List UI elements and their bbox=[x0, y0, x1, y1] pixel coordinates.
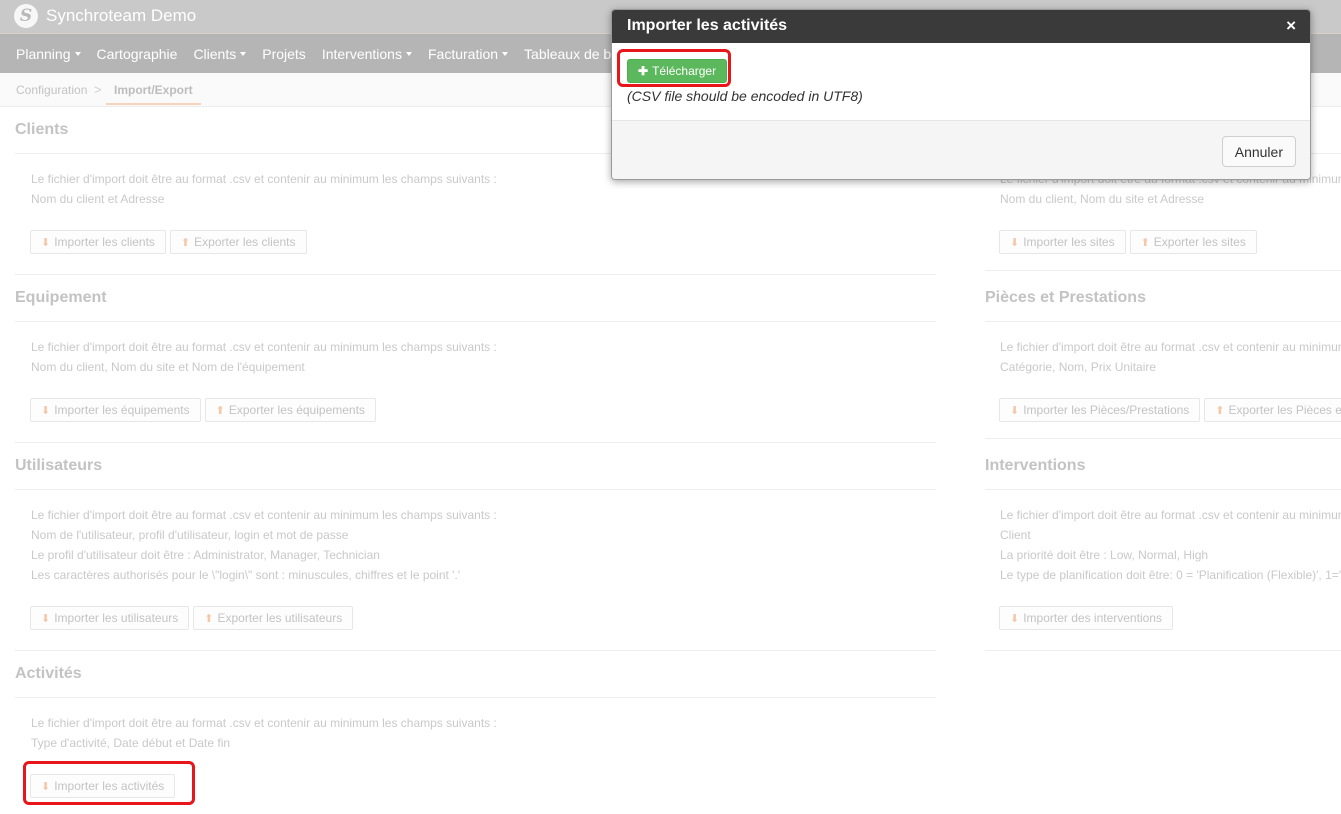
cancel-button[interactable]: Annuler bbox=[1221, 136, 1296, 167]
export-pieces-button[interactable]: ⬆Exporter les Pièces et Prestations bbox=[1204, 398, 1341, 422]
import-sites-button[interactable]: ⬇ Importer les sites bbox=[999, 230, 1126, 254]
divider bbox=[985, 489, 1341, 490]
modal-header: Importer les activités × bbox=[612, 10, 1310, 43]
nav-planning[interactable]: Planning bbox=[8, 46, 89, 62]
app-name: Synchroteam Demo bbox=[46, 6, 197, 25]
divider bbox=[15, 697, 936, 698]
download-icon: ⬇ bbox=[41, 404, 51, 417]
divider bbox=[985, 650, 1341, 651]
caret-down-icon bbox=[405, 52, 412, 56]
breadcrumb-separator-icon: > bbox=[94, 82, 102, 97]
divider bbox=[15, 489, 936, 490]
breadcrumb-import-export[interactable]: Import/Export bbox=[106, 73, 201, 105]
equipement-description: Le fichier d'import doit être au format … bbox=[31, 340, 497, 374]
download-icon: ⬇ bbox=[1010, 236, 1020, 249]
divider bbox=[15, 442, 936, 443]
section-title-interventions: Interventions bbox=[985, 457, 1086, 474]
divider bbox=[15, 650, 936, 651]
upload-icon: ⬆ bbox=[215, 404, 225, 417]
section-title-pieces: Pièces et Prestations bbox=[985, 289, 1146, 306]
upload-icon: ⬆ bbox=[180, 236, 191, 249]
section-title-clients: Clients bbox=[15, 121, 69, 138]
divider bbox=[985, 321, 1341, 322]
export-clients-button[interactable]: ⬆ Exporter les clients bbox=[169, 230, 307, 254]
export-equipements-button[interactable]: ⬆ Exporter les équipements bbox=[204, 398, 376, 422]
export-sites-button[interactable]: ⬆ Exporter les sites bbox=[1129, 230, 1257, 254]
download-icon: ⬇ bbox=[41, 612, 51, 625]
nav-cartographie[interactable]: Cartographie bbox=[89, 46, 186, 62]
synchroteam-logo-icon: S bbox=[14, 4, 38, 28]
modal-footer: Annuler bbox=[612, 121, 1310, 179]
download-icon: ⬇ bbox=[1010, 612, 1020, 625]
import-equipements-button[interactable]: ⬇ Importer les équipements bbox=[30, 398, 201, 422]
encoding-note: (CSV file should be encoded in UTF8) bbox=[627, 88, 863, 104]
import-pieces-button[interactable]: ⬇ Importer les Pièces/Prestations bbox=[999, 398, 1201, 422]
import-activites-modal: Importer les activités × ✚ Télécharger (… bbox=[611, 9, 1311, 180]
pieces-description: Le fichier d'import doit être au format … bbox=[1000, 340, 1341, 374]
modal-title: Importer les activités bbox=[627, 17, 788, 34]
nav-facturation[interactable]: Facturation bbox=[420, 46, 516, 62]
caret-down-icon bbox=[74, 52, 81, 56]
nav-clients[interactable]: Clients bbox=[185, 46, 254, 62]
export-utilisateurs-button[interactable]: ⬆ Exporter les utilisateurs bbox=[193, 606, 354, 630]
utilisateurs-description: Le fichier d'import doit être au format … bbox=[31, 508, 497, 582]
import-interventions-button[interactable]: ⬇ Importer des interventions bbox=[999, 606, 1173, 630]
import-activites-button[interactable]: ⬇ Importer les activités bbox=[30, 774, 176, 798]
breadcrumb-configuration[interactable]: Configuration bbox=[16, 83, 87, 97]
download-icon: ⬇ bbox=[41, 780, 51, 793]
nav-interventions[interactable]: Interventions bbox=[314, 46, 420, 62]
divider bbox=[985, 438, 1341, 439]
close-icon[interactable]: × bbox=[1286, 16, 1296, 36]
upload-icon: ⬆ bbox=[1140, 236, 1150, 249]
divider bbox=[15, 321, 936, 322]
upload-icon: ⬆ bbox=[1215, 404, 1225, 417]
plus-icon: ✚ bbox=[638, 64, 649, 78]
upload-icon: ⬆ bbox=[204, 612, 214, 625]
download-icon: ⬇ bbox=[1010, 404, 1020, 417]
clients-description: Le fichier d'import doit être au format … bbox=[31, 172, 497, 206]
section-title-utilisateurs: Utilisateurs bbox=[15, 457, 103, 474]
interventions-description: Le fichier d'import doit être au format … bbox=[1000, 508, 1341, 582]
download-icon: ⬇ bbox=[41, 236, 51, 249]
brand[interactable]: S Synchroteam Demo bbox=[14, 4, 196, 28]
section-title-activites: Activités bbox=[15, 665, 82, 682]
caret-down-icon bbox=[240, 52, 247, 56]
caret-down-icon bbox=[502, 52, 509, 56]
section-title-equipement: Equipement bbox=[15, 289, 107, 306]
divider bbox=[15, 274, 936, 275]
import-utilisateurs-button[interactable]: ⬇ Importer les utilisateurs bbox=[30, 606, 190, 630]
activites-description: Le fichier d'import doit être au format … bbox=[31, 716, 497, 750]
import-clients-button[interactable]: ⬇ Importer les clients bbox=[30, 230, 166, 254]
nav-projets[interactable]: Projets bbox=[254, 46, 314, 62]
upload-button[interactable]: ✚ Télécharger bbox=[627, 59, 728, 83]
modal-body: ✚ Télécharger (CSV file should be encode… bbox=[612, 43, 1310, 121]
divider bbox=[985, 270, 1341, 271]
